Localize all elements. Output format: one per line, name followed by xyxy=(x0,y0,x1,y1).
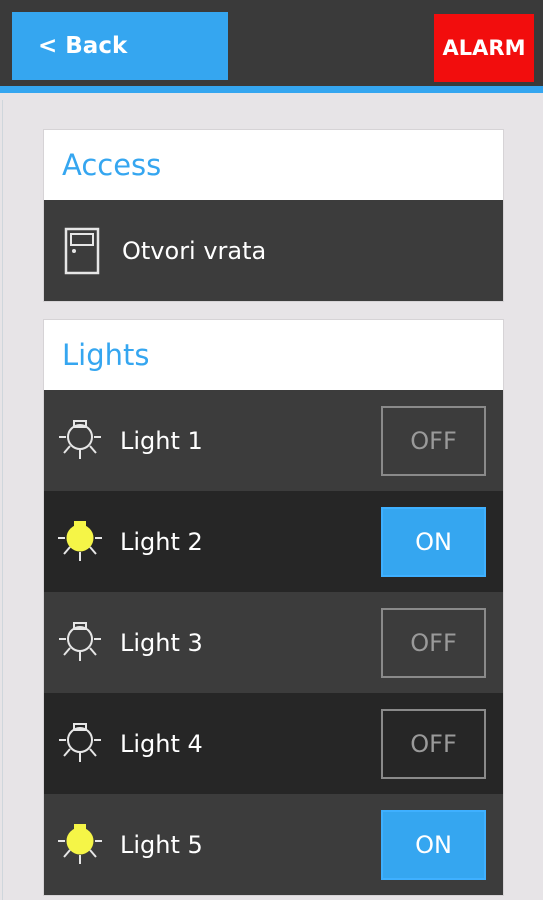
light-5-toggle[interactable]: ON xyxy=(381,810,486,880)
access-panel: Access Otvori vrata xyxy=(44,130,503,301)
bulb-on-icon xyxy=(54,516,106,568)
top-bar: < Back ALARM xyxy=(0,0,543,93)
light-row-3: Light 3 OFF xyxy=(44,592,503,693)
door-icon xyxy=(64,225,100,277)
divider xyxy=(2,100,3,900)
bulb-off-icon xyxy=(54,617,106,669)
bulb-off-icon xyxy=(54,415,106,467)
light-label: Light 1 xyxy=(120,426,203,455)
light-label: Light 2 xyxy=(120,527,203,556)
light-row-2: Light 2 ON xyxy=(44,491,503,592)
light-4-toggle[interactable]: OFF xyxy=(381,709,486,779)
back-button[interactable]: < Back xyxy=(12,12,228,80)
light-1-toggle[interactable]: OFF xyxy=(381,406,486,476)
open-door-label: Otvori vrata xyxy=(122,236,267,265)
bulb-off-icon xyxy=(54,718,106,770)
light-row-1: Light 1 OFF xyxy=(44,390,503,491)
lights-panel: Lights Light 1 OFF Light 2 ON Light 3 OF… xyxy=(44,320,503,895)
alarm-button[interactable]: ALARM xyxy=(434,14,534,82)
light-label: Light 4 xyxy=(120,729,203,758)
access-panel-title: Access xyxy=(44,130,503,200)
bulb-on-icon xyxy=(54,819,106,871)
light-row-5: Light 5 ON xyxy=(44,794,503,895)
lights-panel-title: Lights xyxy=(44,320,503,390)
open-door-row[interactable]: Otvori vrata xyxy=(44,200,503,301)
light-row-4: Light 4 OFF xyxy=(44,693,503,794)
light-2-toggle[interactable]: ON xyxy=(381,507,486,577)
light-label: Light 3 xyxy=(120,628,203,657)
light-label: Light 5 xyxy=(120,830,203,859)
light-3-toggle[interactable]: OFF xyxy=(381,608,486,678)
